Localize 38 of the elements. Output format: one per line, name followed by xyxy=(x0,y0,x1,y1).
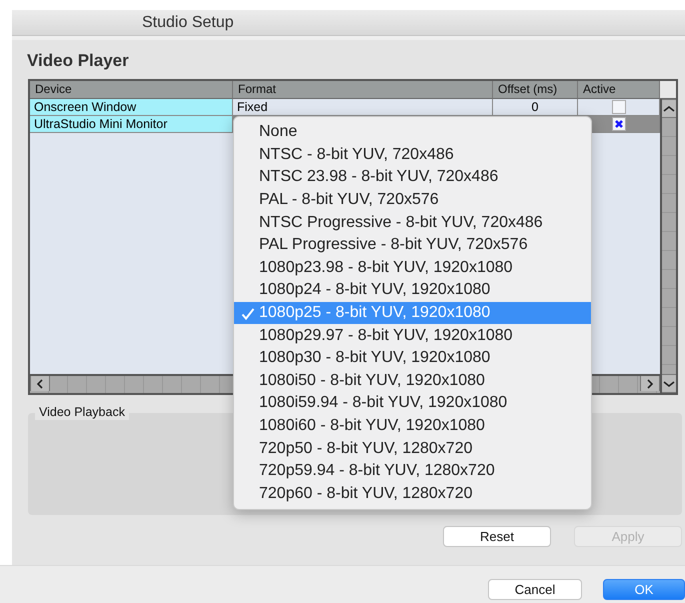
column-header[interactable]: Format xyxy=(233,81,493,99)
section-title: Video Player xyxy=(27,51,130,71)
scroll-up-icon[interactable] xyxy=(662,99,676,118)
menu-item[interactable]: 720p50 - 8-bit YUV, 1280x720 xyxy=(234,437,591,460)
menu-item[interactable]: NTSC 23.98 - 8-bit YUV, 720x486 xyxy=(234,166,591,189)
table-row[interactable]: Onscreen Window Fixed 0 xyxy=(30,99,660,116)
menu-item[interactable]: PAL Progressive - 8-bit YUV, 720x576 xyxy=(234,234,591,257)
menu-item[interactable]: 1080p24 - 8-bit YUV, 1920x1080 xyxy=(234,279,591,302)
menu-item[interactable]: NTSC - 8-bit YUV, 720x486 xyxy=(234,144,591,166)
scroll-left-icon[interactable] xyxy=(30,376,50,391)
menu-item[interactable]: 1080i50 - 8-bit YUV, 1920x1080 xyxy=(234,370,591,392)
menu-item[interactable]: 1080p30 - 8-bit YUV, 1920x1080 xyxy=(234,346,591,370)
menu-item[interactable]: 1080p29.97 - 8-bit YUV, 1920x1080 xyxy=(234,324,591,347)
menu-item[interactable]: PAL - 8-bit YUV, 720x576 xyxy=(234,188,591,212)
device-cell: UltraStudio Mini Monitor xyxy=(30,116,233,133)
menu-item[interactable]: 1080i59.94 - 8-bit YUV, 1920x1080 xyxy=(234,392,591,415)
menu-item[interactable]: None xyxy=(234,121,591,144)
menu-item[interactable]: 1080p23.98 - 8-bit YUV, 1920x1080 xyxy=(234,256,591,280)
column-header[interactable]: Device xyxy=(30,81,233,99)
vertical-scrollbar[interactable] xyxy=(660,99,676,393)
column-header[interactable]: Active xyxy=(578,81,660,99)
cancel-button[interactable]: Cancel xyxy=(488,579,582,600)
menu-item[interactable]: 1080i60 - 8-bit YUV, 1920x1080 xyxy=(234,414,591,438)
active-checkbox[interactable] xyxy=(612,117,626,131)
checkmark-icon xyxy=(241,306,255,321)
scroll-right-icon[interactable] xyxy=(640,376,660,391)
group-title: Video Playback xyxy=(35,404,129,420)
device-cell: Onscreen Window xyxy=(30,99,233,116)
menu-item[interactable]: NTSC Progressive - 8-bit YUV, 720x486 xyxy=(234,211,591,234)
window-title: Studio Setup xyxy=(142,14,234,32)
column-header[interactable]: Offset (ms) xyxy=(493,81,578,99)
menu-item[interactable]: 720p60 - 8-bit YUV, 1280x720 xyxy=(234,482,591,506)
active-checkbox[interactable] xyxy=(612,100,626,114)
scroll-down-icon[interactable] xyxy=(662,374,676,393)
offset-cell: 0 xyxy=(493,99,578,116)
menu-item[interactable]: 720p59.94 - 8-bit YUV, 1280x720 xyxy=(234,460,591,482)
reset-button[interactable]: Reset xyxy=(443,526,551,547)
format-cell: Fixed xyxy=(233,99,493,116)
